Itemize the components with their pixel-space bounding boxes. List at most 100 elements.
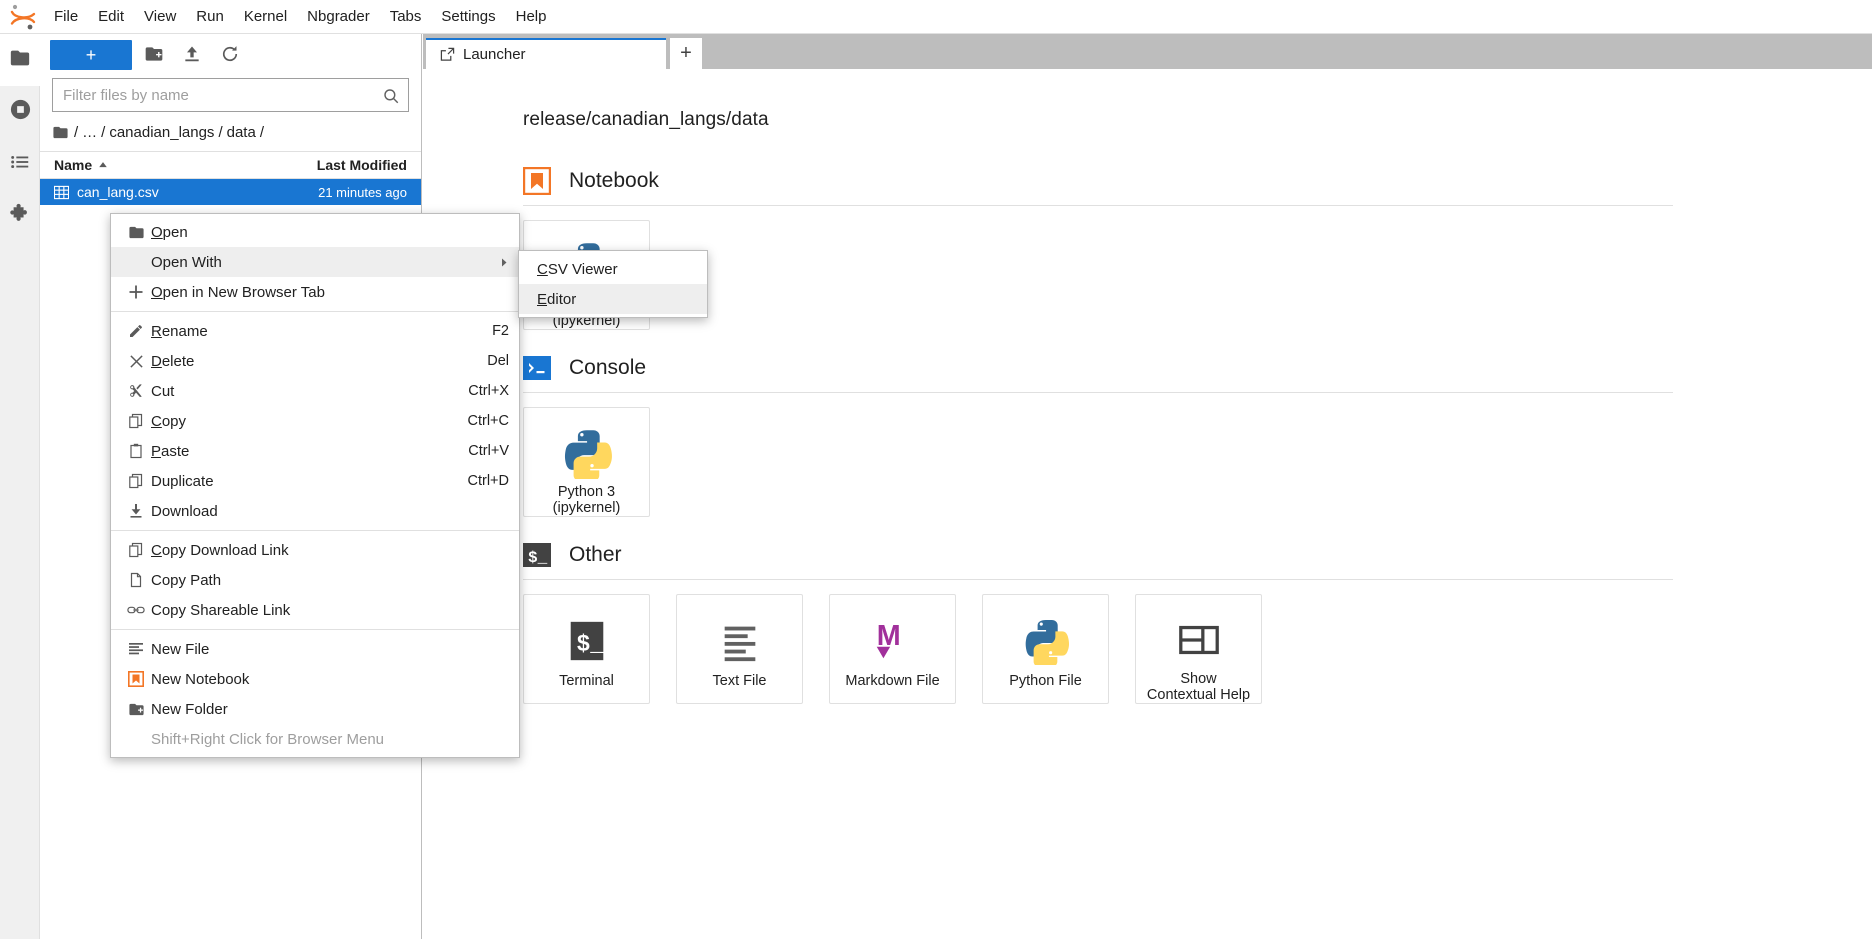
column-header-last-modified[interactable]: Last Modified (291, 157, 421, 173)
menu-file[interactable]: File (44, 3, 88, 31)
clipboard-icon (121, 443, 151, 459)
context-menu-item-paste[interactable]: Paste Ctrl+V (111, 436, 519, 466)
svg-text:$_: $_ (576, 632, 604, 658)
text-file-icon (121, 641, 151, 657)
new-folder-icon (144, 44, 164, 67)
breadcrumb-home-icon[interactable] (52, 124, 73, 141)
sidebar-item-extension-manager[interactable] (0, 190, 40, 242)
context-menu-item-new-folder-label: New Folder (151, 700, 228, 718)
context-menu-item-copy[interactable]: Copy Ctrl+C (111, 406, 519, 436)
menu-run[interactable]: Run (186, 3, 234, 31)
filter-box[interactable] (52, 78, 409, 112)
new-tab-button[interactable]: + (670, 38, 702, 69)
context-menu-item-copy-shareable-link[interactable]: Copy Shareable Link (111, 595, 519, 625)
new-folder-icon (121, 701, 151, 718)
context-menu-item-open-with[interactable]: Open With (111, 247, 519, 277)
context-menu-item-open-in-new-browser-tab[interactable]: Open in New Browser Tab (111, 277, 519, 307)
markdown-icon: M (870, 613, 916, 669)
menu-kernel[interactable]: Kernel (234, 3, 297, 31)
submenu-item-csv-viewer[interactable]: CSV Viewer (519, 254, 707, 284)
context-menu-item-open-label: Open (151, 223, 188, 241)
launcher-section-other: $_ Other $_ Terminal Text File M Markdow… (523, 541, 1872, 704)
breadcrumb-item-data[interactable]: data (224, 124, 259, 141)
menu-nbgrader[interactable]: Nbgrader (297, 3, 380, 31)
context-menu-item-new-notebook[interactable]: New Notebook (111, 664, 519, 694)
breadcrumb-item-canadian-langs[interactable]: canadian_langs (106, 124, 217, 141)
python-icon (561, 426, 613, 480)
notebook-icon (121, 671, 151, 687)
file-list-item-can-lang-csv[interactable]: can_lang.csv 21 minutes ago (40, 179, 421, 205)
notebook-icon (523, 167, 551, 195)
file-browser-toolbar: + (40, 34, 421, 76)
context-menu-item-copy-label: Copy (151, 412, 187, 430)
menu-help[interactable]: Help (506, 3, 557, 31)
new-launcher-button[interactable]: + (50, 40, 132, 70)
refresh-button[interactable] (214, 40, 246, 70)
context-menu-item-copy-path[interactable]: Copy Path (111, 565, 519, 595)
launcher-card-markdown-file[interactable]: M Markdown File (829, 594, 956, 704)
context-menu-item-cut-shortcut: Ctrl+X (468, 383, 509, 399)
stop-circle-icon (9, 98, 32, 126)
context-menu-item-download[interactable]: Download (111, 496, 519, 526)
context-menu-item-new-file[interactable]: New File (111, 634, 519, 664)
jupyter-logo-icon (0, 0, 44, 34)
launcher-card-terminal[interactable]: $_ Terminal (523, 594, 650, 704)
launcher-card-label: Markdown File (845, 673, 940, 689)
menu-settings[interactable]: Settings (431, 3, 505, 31)
tab-launcher[interactable]: Launcher (426, 38, 666, 69)
scissors-icon (121, 383, 151, 399)
copy-icon (121, 542, 151, 558)
sidebar-item-table-of-contents[interactable] (0, 138, 40, 190)
context-menu-item-duplicate[interactable]: Duplicate Ctrl+D (111, 466, 519, 496)
launcher-current-path: release/canadian_langs/data (523, 109, 769, 130)
launcher-section-other-title: Other (569, 543, 622, 566)
file-icon (121, 572, 151, 588)
open-with-submenu: CSV Viewer Editor (518, 250, 708, 318)
context-menu-item-rename[interactable]: Rename F2 (111, 316, 519, 346)
card-label-line2: Contextual Help (1146, 687, 1251, 703)
menu-view[interactable]: View (134, 3, 186, 31)
search-input[interactable] (53, 79, 408, 111)
download-icon (121, 503, 151, 519)
new-folder-button[interactable] (138, 40, 170, 70)
menu-edit[interactable]: Edit (88, 3, 134, 31)
launcher-card-python-file[interactable]: Python File (982, 594, 1109, 704)
column-header-name[interactable]: Name (40, 157, 291, 173)
context-menu-item-download-label: Download (151, 502, 218, 520)
context-menu-item-delete[interactable]: Delete Del (111, 346, 519, 376)
launcher-section-other-header: $_ Other (523, 541, 1872, 579)
launcher-card-console-python3[interactable]: Python 3 (ipykernel) (523, 407, 650, 517)
card-label-line2: (ipykernel) (552, 500, 621, 516)
context-menu-item-open-in-new-browser-tab-label: Open in New Browser Tab (151, 283, 325, 301)
launcher-card-text-file[interactable]: Text File (676, 594, 803, 704)
file-context-menu: Open Open With Open in New Browser Tab R… (110, 213, 520, 758)
context-menu-item-copy-download-link[interactable]: Copy Download Link (111, 535, 519, 565)
puzzle-piece-icon (9, 202, 32, 230)
context-menu-item-open[interactable]: Open (111, 217, 519, 247)
menu-bar: File Edit View Run Kernel Nbgrader Tabs … (0, 0, 1872, 34)
context-menu-item-duplicate-label: Duplicate (151, 472, 214, 490)
launcher-card-label: Python 3 (ipykernel) (553, 484, 621, 516)
list-icon (9, 151, 31, 178)
context-menu-separator-2 (111, 530, 519, 531)
svg-text:$_: $_ (528, 549, 548, 567)
main-dock-area: Launcher + release/canadian_langs/data N… (423, 34, 1872, 939)
launcher-card-show-contextual-help[interactable]: Show Contextual Help (1135, 594, 1262, 704)
python-icon (1022, 613, 1070, 669)
upload-button[interactable] (176, 40, 208, 70)
context-menu-item-browser-menu-hint-label: Shift+Right Click for Browser Menu (151, 730, 384, 748)
launcher-section-notebook-title: Notebook (569, 169, 659, 192)
submenu-item-editor[interactable]: Editor (519, 284, 707, 314)
sidebar-item-running-sessions[interactable] (0, 86, 40, 138)
menu-tabs[interactable]: Tabs (380, 3, 432, 31)
context-menu-item-new-folder[interactable]: New Folder (111, 694, 519, 724)
breadcrumb-ellipsis[interactable]: … (79, 124, 100, 141)
launcher-card-label: Text File (712, 673, 767, 689)
launcher-section-notebook: Notebook Python 3 (ipykernel) (523, 167, 1872, 330)
copy-icon (121, 473, 151, 489)
context-menu-item-paste-shortcut: Ctrl+V (468, 443, 509, 459)
launcher-console-cards: Python 3 (ipykernel) (523, 407, 1872, 517)
launcher-section-console-title: Console (569, 356, 647, 379)
context-menu-item-cut[interactable]: Cut Ctrl+X (111, 376, 519, 406)
sidebar-item-file-browser[interactable] (0, 34, 40, 86)
